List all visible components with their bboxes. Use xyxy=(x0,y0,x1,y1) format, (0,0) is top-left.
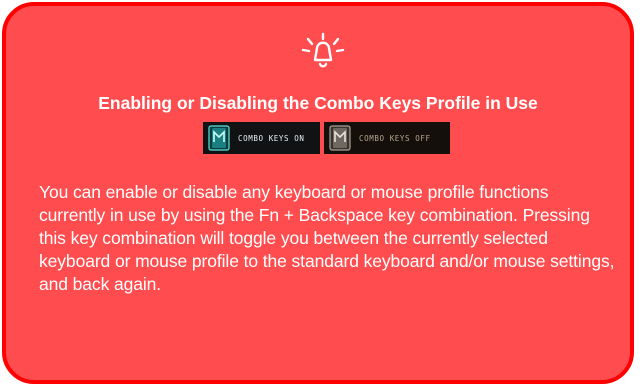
note-title: Enabling or Disabling the Combo Keys Pro… xyxy=(98,93,538,113)
note-callout: Enabling or Disabling the Combo Keys Pro… xyxy=(2,2,634,384)
note-body: You can enable or disable any keyboard o… xyxy=(39,182,615,294)
combo-keys-off-label: COMBO KEYS OFF xyxy=(359,133,431,143)
combo-keys-off-icon xyxy=(329,125,351,151)
bell-icon xyxy=(301,32,345,68)
combo-keys-off-badge: COMBO KEYS OFF xyxy=(324,122,450,154)
combo-keys-on-icon xyxy=(208,125,230,151)
combo-keys-on-badge: COMBO KEYS ON xyxy=(203,122,320,154)
combo-keys-status-images: COMBO KEYS ON COMBO KEYS OFF xyxy=(203,122,450,154)
combo-keys-on-label: COMBO KEYS ON xyxy=(238,133,305,143)
